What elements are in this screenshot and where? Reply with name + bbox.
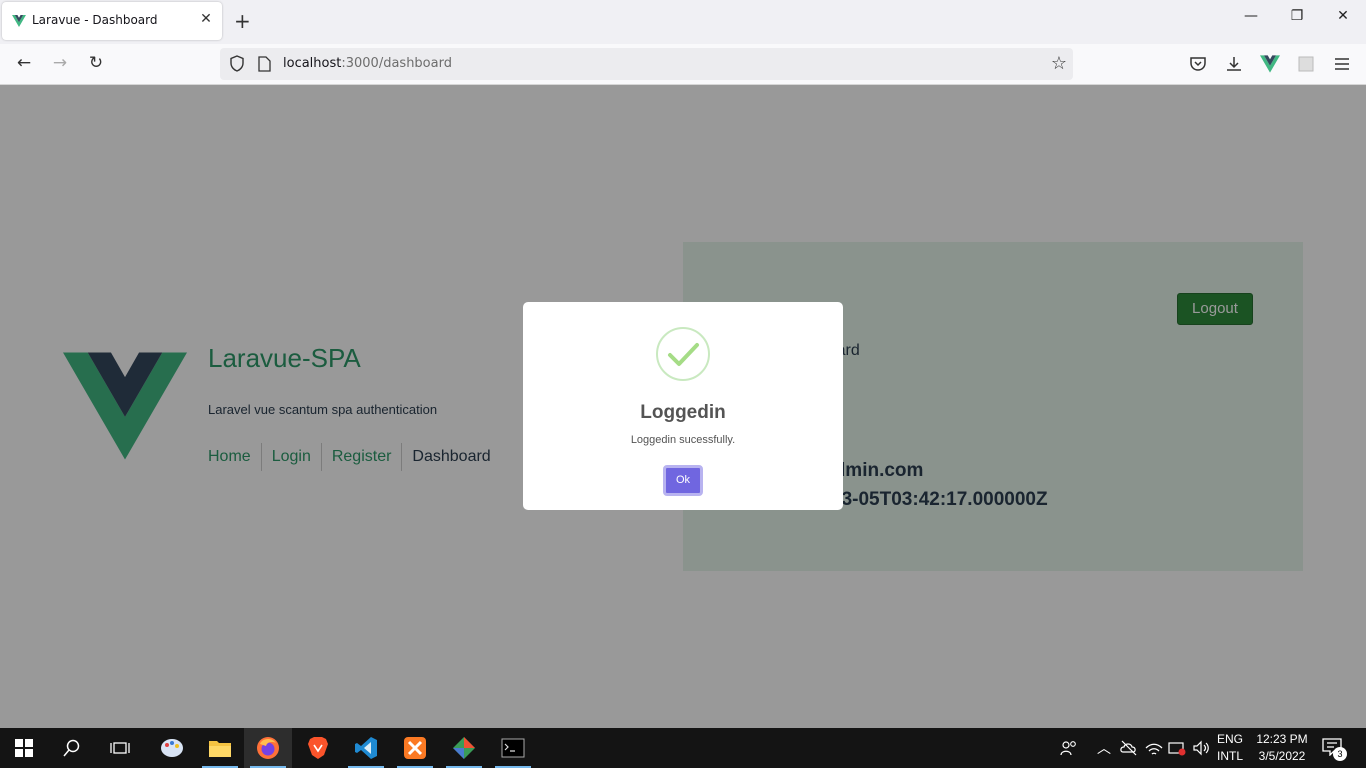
start-button[interactable] <box>0 728 48 768</box>
pocket-icon[interactable] <box>1188 54 1208 74</box>
address-bar[interactable]: localhost:3000/dashboard ☆ <box>220 48 1073 80</box>
taskbar-app-git[interactable] <box>440 728 488 768</box>
folder-icon <box>209 741 231 757</box>
taskbar-app-xampp[interactable] <box>391 728 439 768</box>
minimize-icon[interactable]: — <box>1236 8 1266 24</box>
browser-tab[interactable]: Laravue - Dashboard ✕ <box>2 2 222 40</box>
taskbar-app-brave[interactable] <box>294 728 342 768</box>
dialog-message: Loggedin sucessfully. <box>630 434 736 446</box>
browser-tab-bar: Laravue - Dashboard ✕ + — ❐ ✕ <box>0 0 1366 44</box>
action-center-button[interactable]: 3 <box>1322 738 1347 761</box>
vue-favicon-icon <box>12 15 26 27</box>
taskbar-app-paint[interactable] <box>148 728 196 768</box>
people-icon[interactable] <box>1060 739 1078 757</box>
language-indicator[interactable]: ENG INTL <box>1214 731 1246 765</box>
browser-nav-bar: ← → ↻ localhost:3000/dashboard ☆ <box>0 44 1366 85</box>
clock-date: 3/5/2022 <box>1258 749 1306 763</box>
firefox-icon <box>257 737 279 759</box>
downloads-icon[interactable] <box>1224 54 1244 74</box>
forward-icon[interactable]: → <box>48 53 72 75</box>
clock[interactable]: 12:23 PM 3/5/2022 <box>1252 731 1312 765</box>
taskbar-app-firefox[interactable] <box>244 728 292 768</box>
keyboard-layout: INTL <box>1216 749 1243 763</box>
xampp-icon <box>404 737 426 759</box>
clock-time: 12:23 PM <box>1256 732 1308 746</box>
url-text[interactable]: localhost:3000/dashboard <box>283 56 452 71</box>
taskbar-app-file-explorer[interactable] <box>196 728 244 768</box>
task-view-button[interactable] <box>96 728 144 768</box>
shield-icon[interactable] <box>230 55 244 72</box>
show-hidden-icons-icon[interactable]: ︿ <box>1097 738 1111 758</box>
notification-count-badge: 3 <box>1333 747 1347 761</box>
success-dialog: Loggedin Loggedin sucessfully. Ok <box>523 302 843 510</box>
network-warning-icon[interactable] <box>1168 740 1186 756</box>
reload-icon[interactable]: ↻ <box>84 53 108 75</box>
extension-icon[interactable] <box>1296 54 1316 74</box>
task-view-icon <box>110 742 130 754</box>
back-icon[interactable]: ← <box>12 53 36 75</box>
volume-icon[interactable] <box>1192 739 1210 757</box>
restore-icon[interactable]: ❐ <box>1282 8 1312 24</box>
new-tab-icon[interactable]: + <box>234 10 251 32</box>
language-code: ENG <box>1216 732 1243 746</box>
page-icon[interactable] <box>258 56 271 72</box>
terminal-icon <box>501 738 525 758</box>
vscode-icon <box>355 737 377 759</box>
windows-taskbar: ︿ ENG INTL 12:23 PM 3/5/2022 3 <box>0 728 1366 768</box>
menu-icon[interactable] <box>1332 54 1352 74</box>
search-icon <box>63 739 80 757</box>
windows-logo-icon <box>15 739 33 757</box>
success-check-icon <box>656 327 710 381</box>
close-window-icon[interactable]: ✕ <box>1328 8 1358 24</box>
tab-title: Laravue - Dashboard <box>32 13 158 27</box>
paint-icon <box>161 739 183 757</box>
dialog-title: Loggedin <box>640 402 726 423</box>
taskbar-app-vscode[interactable] <box>342 728 390 768</box>
vue-devtools-icon[interactable] <box>1260 54 1280 74</box>
wifi-icon[interactable] <box>1145 740 1163 756</box>
tab-close-icon[interactable]: ✕ <box>198 11 214 27</box>
taskbar-app-terminal[interactable] <box>489 728 537 768</box>
ok-button[interactable]: Ok <box>663 465 703 496</box>
onedrive-offline-icon[interactable] <box>1120 740 1138 756</box>
bookmark-star-icon[interactable]: ☆ <box>1051 53 1067 74</box>
git-icon <box>453 737 475 759</box>
brave-icon <box>308 737 328 759</box>
search-button[interactable] <box>48 728 96 768</box>
